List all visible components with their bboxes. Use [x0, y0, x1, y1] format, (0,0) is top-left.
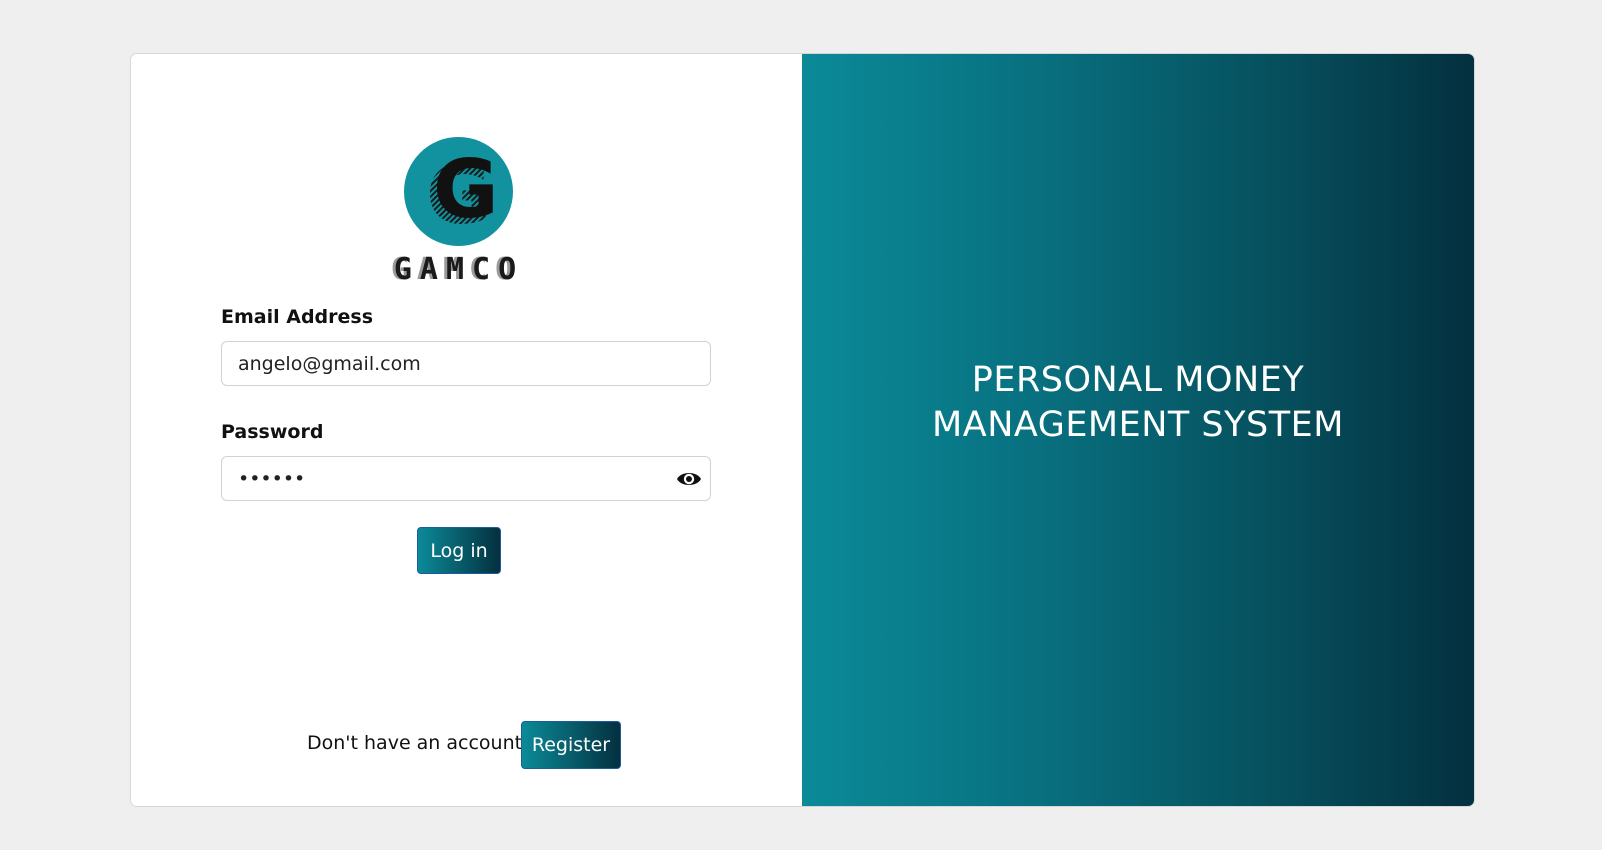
- hero-panel: PERSONAL MONEY MANAGEMENT SYSTEM: [802, 54, 1474, 806]
- logo-g-icon: G G: [426, 143, 499, 242]
- email-value: angelo@gmail.com: [238, 352, 421, 375]
- login-card: G G GAMCO Email Address angelo@gmail.com…: [130, 53, 1475, 807]
- eye-icon[interactable]: [676, 468, 702, 490]
- login-button[interactable]: Log in: [417, 527, 501, 574]
- email-label: Email Address: [221, 306, 374, 328]
- password-field[interactable]: ••••••: [221, 456, 711, 501]
- password-label: Password: [221, 421, 324, 443]
- register-button[interactable]: Register: [521, 721, 621, 769]
- svg-text:G: G: [433, 143, 499, 236]
- login-panel: G G GAMCO Email Address angelo@gmail.com…: [131, 54, 802, 806]
- email-field[interactable]: angelo@gmail.com: [221, 341, 711, 386]
- hero-title: PERSONAL MONEY MANAGEMENT SYSTEM: [932, 359, 1344, 445]
- password-value: ••••••: [238, 467, 306, 490]
- logo: G G: [404, 137, 513, 246]
- no-account-text: Don't have an account?: [307, 732, 533, 754]
- brand-name: GAMCO: [393, 252, 525, 287]
